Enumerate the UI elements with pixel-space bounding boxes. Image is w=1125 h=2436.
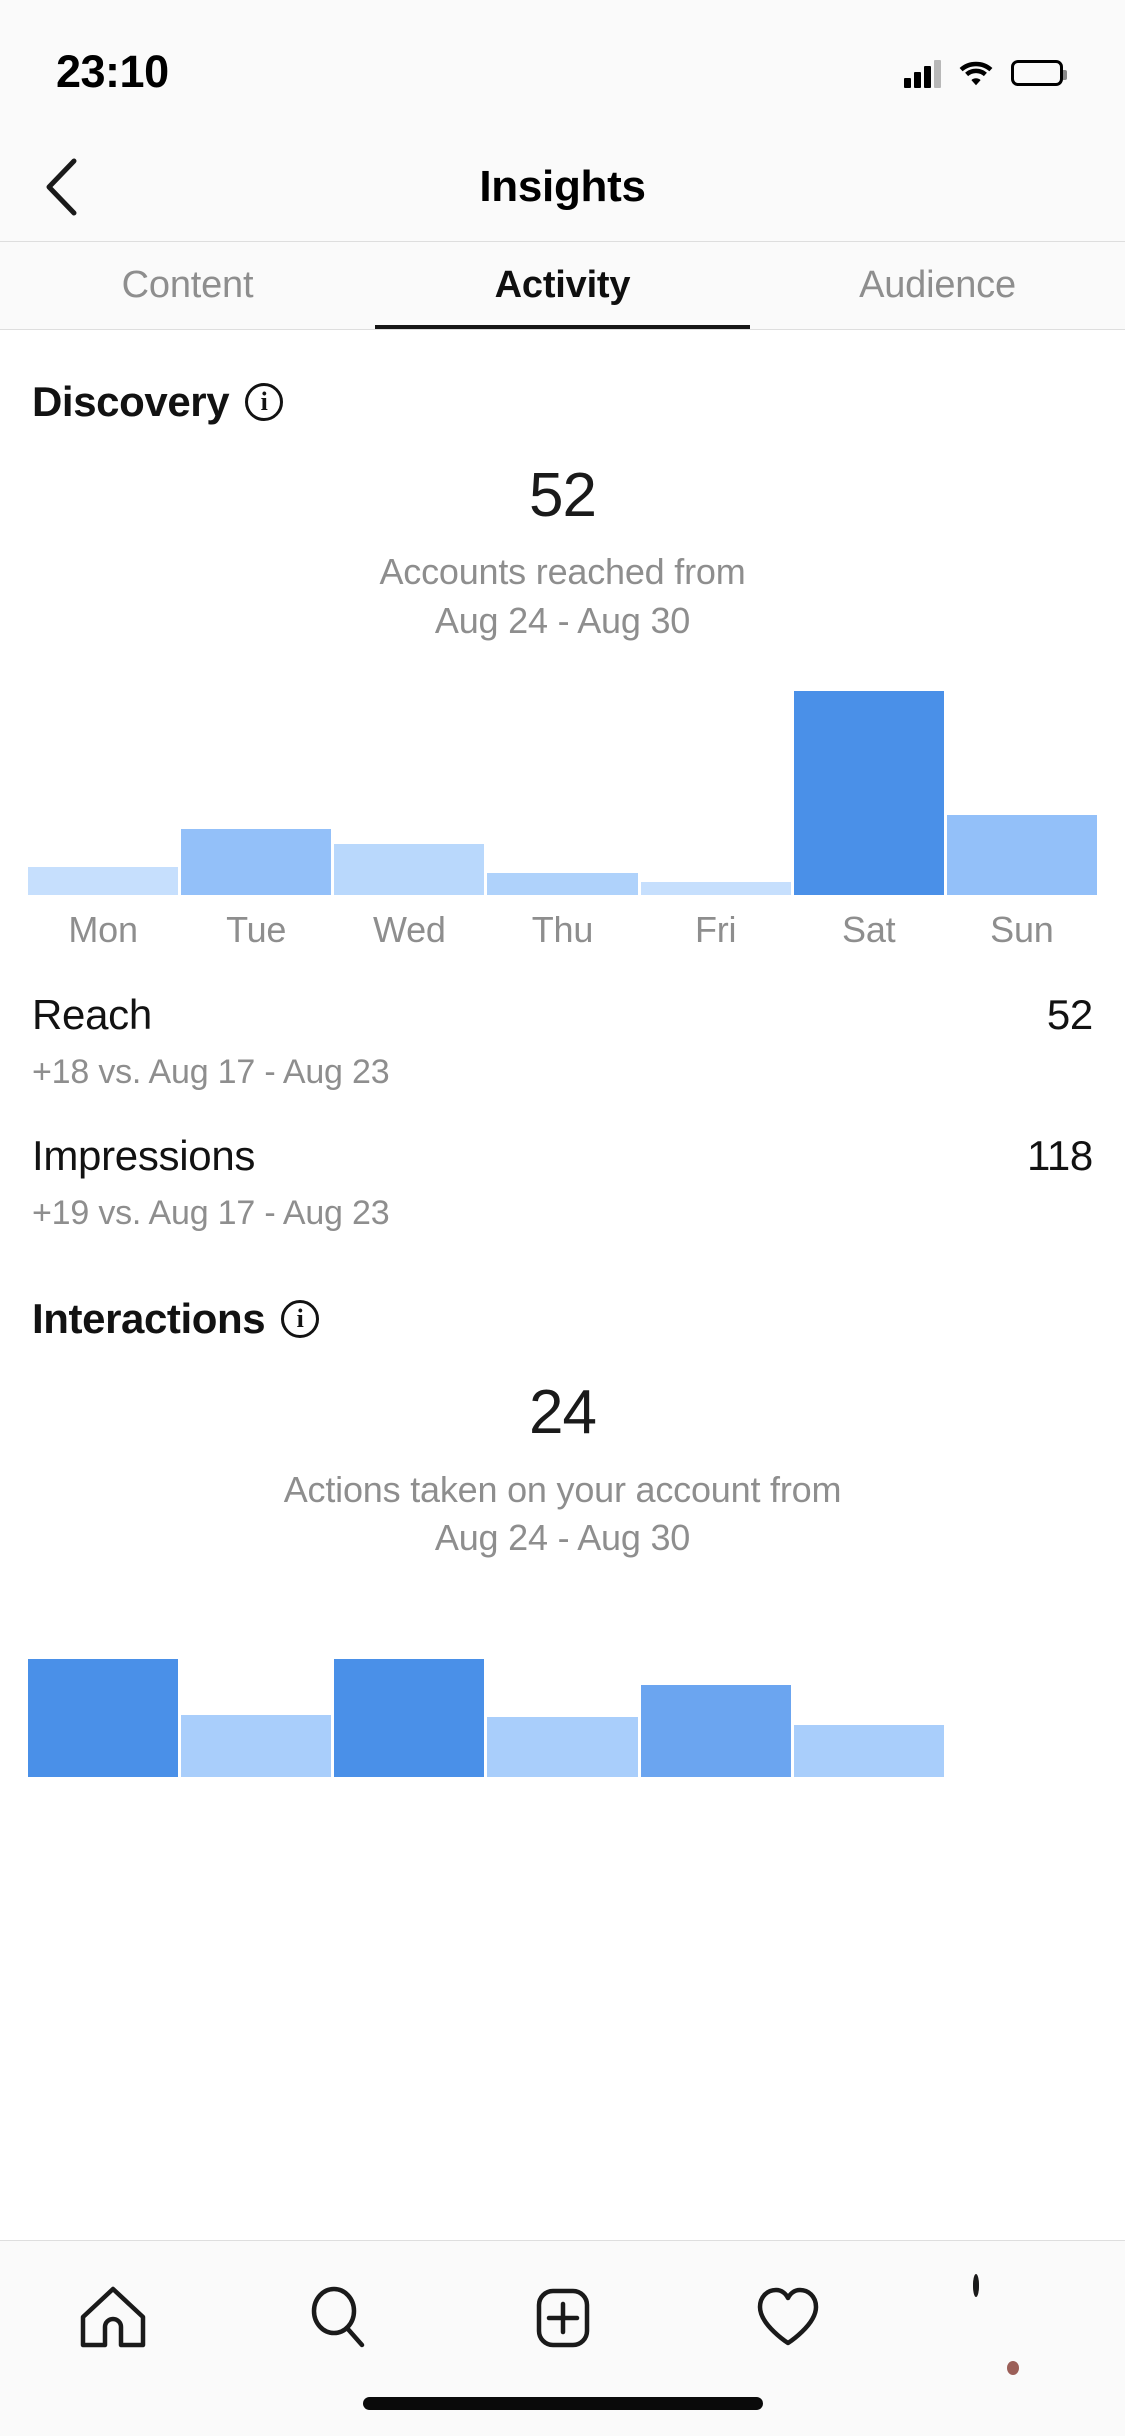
chart-label-thu: Thu: [531, 909, 594, 951]
avatar-wrap: [972, 2274, 1053, 2375]
chart-label-sun: Sun: [990, 909, 1054, 951]
add-post-icon: [536, 2288, 589, 2348]
stat-row-impressions[interactable]: Impressions 118 +19 vs. Aug 17 - Aug 23: [0, 1092, 1125, 1233]
cellular-signal-icon: [904, 58, 941, 88]
stat-value-reach: 52: [1046, 991, 1093, 1039]
interactions-bar-chart: [0, 1597, 1125, 1777]
bar-wed: [334, 844, 485, 896]
bar-col-thu[interactable]: [487, 685, 638, 896]
ibar-col-mon[interactable]: [28, 1597, 179, 1777]
search-icon: [311, 2286, 364, 2348]
discovery-chart-labels: Mon Tue Wed Thu Fri Sat Sun: [0, 909, 1125, 951]
discovery-section-header: Discovery i: [0, 330, 1125, 426]
ibar-wed: [334, 1658, 485, 1777]
ibar-col-thu[interactable]: [487, 1597, 638, 1777]
ibar-col-tue[interactable]: [181, 1597, 332, 1777]
stat-value-impressions: 118: [1026, 1132, 1093, 1180]
discovery-caption-line1: Accounts reached from: [379, 551, 746, 593]
bar-col-fri[interactable]: [640, 685, 791, 896]
chart-label-fri: Fri: [694, 909, 737, 951]
interactions-title: Interactions: [32, 1295, 266, 1343]
status-bar: 23:10: [0, 0, 1125, 132]
chart-label-wed: Wed: [372, 909, 446, 951]
profile-avatar: [972, 2274, 979, 2297]
interactions-section-header: Interactions i: [0, 1233, 1125, 1343]
wifi-icon: [959, 60, 993, 86]
chevron-left-icon: [46, 158, 77, 215]
bar-sun: [946, 815, 1097, 896]
stat-row-reach[interactable]: Reach 52 +18 vs. Aug 17 - Aug 23: [0, 951, 1125, 1092]
stat-comparison-reach: +18 vs. Aug 17 - Aug 23: [32, 1053, 390, 1092]
ibar-sat: [793, 1724, 944, 1777]
bar-tue: [181, 829, 332, 896]
interactions-caption-line2: Aug 24 - Aug 30: [434, 1517, 691, 1559]
bar-col-wed[interactable]: [334, 685, 485, 896]
bar-col-sat[interactable]: [793, 685, 944, 896]
tab-activity[interactable]: Activity: [375, 242, 750, 329]
ibar-col-fri[interactable]: [640, 1597, 791, 1777]
insights-tabs: Content Activity Audience: [0, 242, 1125, 330]
tab-bar-search[interactable]: [273, 2269, 403, 2365]
tab-bar-home[interactable]: [48, 2269, 178, 2365]
stat-label-reach: Reach: [32, 991, 152, 1039]
discovery-caption: Accounts reached from Aug 24 - Aug 30: [0, 548, 1125, 645]
ibar-mon: [28, 1658, 179, 1777]
chart-label-mon: Mon: [68, 909, 138, 951]
profile-indicator-dot: [1006, 2361, 1019, 2375]
ibar-col-sat[interactable]: [793, 1597, 944, 1777]
bar-col-mon[interactable]: [28, 685, 179, 896]
bar-col-sun[interactable]: [946, 685, 1097, 896]
stat-label-impressions: Impressions: [32, 1132, 256, 1180]
status-time: 23:10: [56, 46, 169, 97]
info-circle-icon[interactable]: i: [245, 383, 284, 421]
discovery-metric: 52 Accounts reached from Aug 24 - Aug 30: [0, 461, 1125, 645]
back-button[interactable]: [26, 152, 96, 222]
page-title: Insights: [479, 161, 646, 211]
ibar-fri: [640, 1684, 791, 1777]
interactions-caption-line1: Actions taken on your account from: [283, 1468, 842, 1510]
heart-icon: [757, 2287, 818, 2346]
chart-label-tue: Tue: [226, 909, 287, 951]
insights-content: Discovery i 52 Accounts reached from Aug…: [0, 330, 1125, 1777]
tab-audience[interactable]: Audience: [750, 242, 1125, 329]
ibar-tue: [181, 1714, 332, 1777]
tab-bar-activity[interactable]: [723, 2269, 853, 2365]
interactions-caption: Actions taken on your account from Aug 2…: [0, 1466, 1125, 1563]
status-indicators: [904, 44, 1067, 88]
discovery-bar-chart: [0, 685, 1125, 896]
ibar-thu: [487, 1716, 638, 1777]
battery-low-icon: [1011, 60, 1067, 86]
bar-mon: [28, 867, 179, 896]
ibar-col-sun[interactable]: [947, 1597, 1097, 1777]
tab-content[interactable]: Content: [0, 242, 375, 329]
interactions-value: 24: [529, 1378, 597, 1448]
info-circle-icon[interactable]: i: [281, 1300, 320, 1339]
discovery-value: 52: [529, 461, 597, 530]
stat-comparison-impressions: +19 vs. Aug 17 - Aug 23: [32, 1194, 390, 1233]
nav-header: Insights: [0, 132, 1125, 242]
chart-label-sat: Sat: [842, 909, 896, 951]
bar-fri: [640, 882, 791, 896]
interactions-metric: 24 Actions taken on your account from Au…: [0, 1379, 1125, 1562]
tab-bar-add-post[interactable]: [498, 2269, 628, 2365]
bar-col-tue[interactable]: [181, 685, 332, 896]
tab-bar-profile[interactable]: [948, 2269, 1078, 2375]
discovery-title: Discovery: [32, 378, 230, 425]
home-indicator: [362, 2397, 763, 2410]
bar-thu: [487, 873, 638, 896]
ibar-col-wed[interactable]: [334, 1597, 485, 1777]
discovery-caption-line2: Aug 24 - Aug 30: [434, 599, 691, 641]
home-icon: [80, 2286, 145, 2348]
bar-sat: [793, 691, 944, 896]
